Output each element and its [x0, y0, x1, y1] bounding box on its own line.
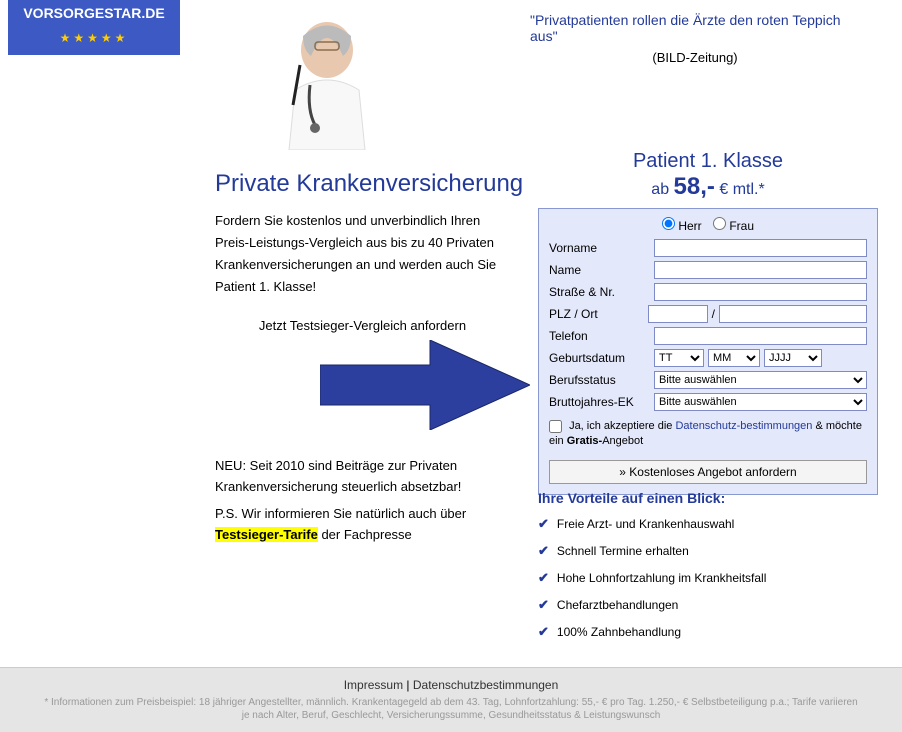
consent-checkbox[interactable]	[549, 420, 562, 433]
benefits-box: Ihre Vorteile auf einen Blick: ✔Freie Ar…	[538, 490, 878, 651]
ps-note: P.S. Wir informieren Sie natürlich auch …	[215, 504, 510, 546]
radio-herr[interactable]	[662, 217, 675, 230]
label-dob: Geburtsdatum	[549, 351, 654, 365]
page-heading: Private Krankenversicherung	[215, 170, 523, 198]
select-day[interactable]: TT	[654, 349, 704, 367]
privacy-link[interactable]: Datenschutzbestimmungen	[413, 678, 558, 692]
benefit-item: ✔Freie Arzt- und Krankenhauswahl	[538, 516, 878, 532]
select-income[interactable]: Bitte auswählen	[654, 393, 867, 411]
check-icon: ✔	[538, 570, 549, 586]
label-vorname: Vorname	[549, 241, 654, 255]
imprint-link[interactable]: Impressum	[344, 678, 403, 692]
highlight-text: Testsieger-Tarife	[215, 527, 318, 542]
input-vorname[interactable]	[654, 239, 867, 257]
select-status[interactable]: Bitte auswählen	[654, 371, 867, 389]
rating-stars: ★★★★★	[8, 27, 180, 55]
offer-headline: Patient 1. Klasse ab 58,- € mtl.*	[538, 150, 878, 201]
footer: Impressum | Datenschutzbestimmungen * In…	[0, 667, 902, 732]
benefit-item: ✔100% Zahnbehandlung	[538, 624, 878, 640]
input-ort[interactable]	[719, 305, 867, 323]
label-plz: PLZ / Ort	[549, 307, 648, 321]
check-icon: ✔	[538, 516, 549, 532]
cta-text: Jetzt Testsieger-Vergleich anfordern	[215, 318, 510, 333]
benefit-item: ✔Hohe Lohnfortzahlung im Krankheitsfall	[538, 570, 878, 586]
label-status: Berufsstatus	[549, 373, 654, 387]
lead-form: Herr Frau Vorname Name Straße & Nr. PLZ …	[538, 208, 878, 495]
input-strasse[interactable]	[654, 283, 867, 301]
doctor-image	[255, 10, 400, 150]
privacy-link-inline[interactable]: Datenschutz-bestimmungen	[675, 420, 812, 432]
input-plz[interactable]	[648, 305, 708, 323]
benefit-item: ✔Chefarztbehandlungen	[538, 597, 878, 613]
input-name[interactable]	[654, 261, 867, 279]
label-telefon: Telefon	[549, 329, 654, 343]
check-icon: ✔	[538, 543, 549, 559]
benefits-title: Ihre Vorteile auf einen Blick:	[538, 490, 878, 506]
label-strasse: Straße & Nr.	[549, 285, 654, 299]
label-income: Bruttojahres-EK	[549, 395, 654, 409]
arrow-icon	[320, 340, 530, 430]
benefit-item: ✔Schnell Termine erhalten	[538, 543, 878, 559]
consent-row: Ja, ich akzeptiere die Datenschutz-besti…	[549, 419, 867, 450]
quote-text: "Privatpatienten rollen die Ärzte den ro…	[530, 12, 860, 44]
testimonial-quote: "Privatpatienten rollen die Ärzte den ro…	[530, 12, 860, 65]
label-name: Name	[549, 263, 654, 277]
radio-frau[interactable]	[713, 217, 726, 230]
select-month[interactable]: MM	[708, 349, 760, 367]
quote-source: (BILD-Zeitung)	[530, 50, 860, 65]
check-icon: ✔	[538, 624, 549, 640]
intro-text: Fordern Sie kostenlos und unverbindlich …	[215, 210, 510, 298]
select-year[interactable]: JJJJ	[764, 349, 822, 367]
gender-frau[interactable]: Frau	[713, 219, 754, 233]
disclaimer-text: * Informationen zum Preisbeispiel: 18 jä…	[40, 696, 862, 722]
input-telefon[interactable]	[654, 327, 867, 345]
neu-note: NEU: Seit 2010 sind Beiträge zur Private…	[215, 456, 510, 498]
submit-button[interactable]: » Kostenloses Angebot anfordern	[549, 460, 867, 484]
gender-herr[interactable]: Herr	[662, 219, 702, 233]
check-icon: ✔	[538, 597, 549, 613]
